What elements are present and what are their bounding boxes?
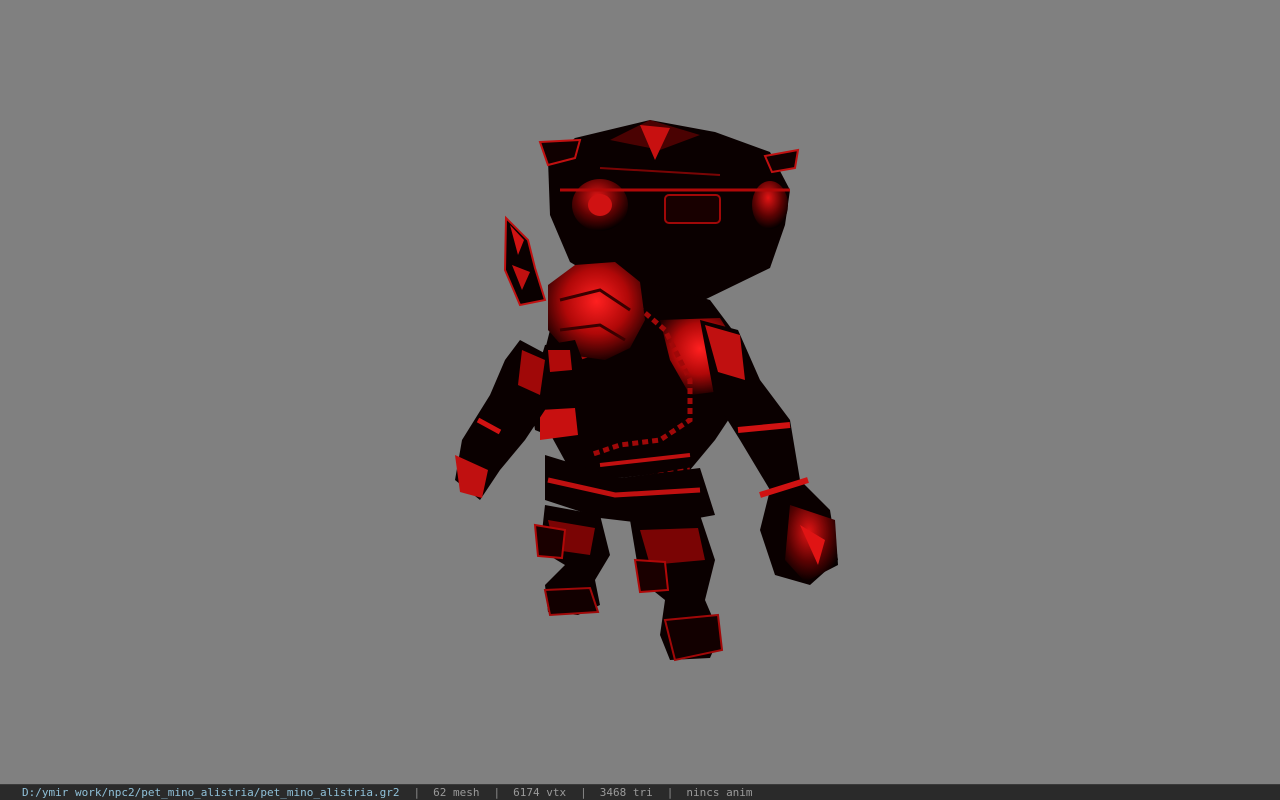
leg-right: [630, 515, 724, 662]
status-separator: |: [493, 786, 501, 799]
horn-left: [503, 215, 547, 307]
status-bar: D:/ymir work/npc2/pet_mino_alistria/pet_…: [0, 784, 1280, 800]
minotaur-pet-model: [455, 120, 838, 662]
model-viewport[interactable]: [0, 0, 1280, 784]
status-separator: |: [580, 786, 587, 799]
status-triangle-count: 3468 tri: [599, 786, 653, 799]
status-vertex-count: 6174 vtx: [513, 786, 567, 799]
arm-left: [455, 340, 548, 500]
status-separator: |: [666, 786, 674, 799]
status-animation: nincs anim: [686, 786, 753, 799]
status-mesh-count: 62 mesh: [433, 786, 480, 799]
leg-left: [533, 505, 610, 617]
arm-right: [700, 320, 838, 585]
status-file-path: D:/ymir work/npc2/pet_mino_alistria/pet_…: [22, 786, 400, 799]
status-separator: |: [413, 786, 421, 799]
